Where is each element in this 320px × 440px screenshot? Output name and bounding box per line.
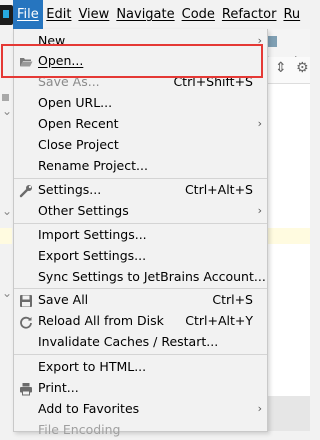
tree-expand-icon-2[interactable]: [2, 204, 12, 220]
editor-bottom-area: [262, 396, 310, 431]
reload-icon: [19, 314, 33, 329]
menu-item-sync-settings[interactable]: Sync Settings to JetBrains Account...: [14, 266, 267, 287]
menu-item-reload-all[interactable]: Reload All from Disk Ctrl+Alt+Y: [14, 310, 267, 331]
menu-code[interactable]: Code: [178, 0, 218, 29]
submenu-arrow-icon: ›: [257, 117, 262, 130]
app-logo-icon: [0, 4, 13, 25]
menu-navigate[interactable]: Navigate: [113, 0, 178, 29]
menu-view[interactable]: View: [75, 0, 113, 29]
submenu-arrow-icon: ›: [257, 204, 262, 217]
menu-bar: File Edit View Navigate Code Refactor Ru: [0, 0, 310, 29]
wrench-icon: [19, 183, 33, 198]
submenu-arrow-icon: ›: [257, 402, 262, 415]
save-icon: [19, 293, 33, 307]
menu-item-settings[interactable]: Settings... Ctrl+Alt+S: [14, 179, 267, 200]
print-icon: [19, 381, 33, 396]
menu-run[interactable]: Ru: [280, 0, 304, 29]
menu-item-print[interactable]: Print...: [14, 377, 267, 398]
menu-separator: [14, 354, 267, 355]
menu-file[interactable]: File: [13, 0, 43, 29]
settings-gear-icon[interactable]: ⚙: [296, 60, 309, 76]
tree-node-icon: [2, 94, 9, 101]
menu-edit[interactable]: Edit: [43, 0, 75, 29]
menu-item-import-settings[interactable]: Import Settings...: [14, 224, 267, 245]
tree-expand-icon[interactable]: [2, 104, 12, 120]
menu-item-open-recent[interactable]: Open Recent ›: [14, 113, 267, 134]
tree-expand-icon-3[interactable]: [2, 286, 12, 302]
highlight-line-left: [0, 228, 12, 244]
menu-item-rename-project[interactable]: Rename Project...: [14, 155, 267, 176]
menu-item-file-encoding[interactable]: File Encoding: [14, 419, 267, 440]
highlight-line-right: [262, 228, 310, 244]
highlight-annotation-box: [1, 44, 263, 78]
editor-area: [262, 83, 310, 431]
collapse-icon[interactable]: ⇕: [275, 60, 287, 76]
menu-item-add-to-favorites[interactable]: Add to Favorites ›: [14, 398, 267, 419]
menu-item-close-project[interactable]: Close Project: [14, 134, 267, 155]
menu-item-export-html[interactable]: Export to HTML...: [14, 356, 267, 377]
menu-item-other-settings[interactable]: Other Settings ›: [14, 200, 267, 221]
file-menu-dropdown: New › Open... Save As... Ctrl+Shift+S Op…: [13, 29, 268, 437]
menu-refactor[interactable]: Refactor: [218, 0, 280, 29]
menu-item-save-all[interactable]: Save All Ctrl+S: [14, 289, 267, 310]
menu-item-export-settings[interactable]: Export Settings...: [14, 245, 267, 266]
editor-tab[interactable]: hand: [266, 32, 310, 69]
menu-item-open-url[interactable]: Open URL...: [14, 92, 267, 113]
menu-item-invalidate-caches[interactable]: Invalidate Caches / Restart...: [14, 331, 267, 352]
